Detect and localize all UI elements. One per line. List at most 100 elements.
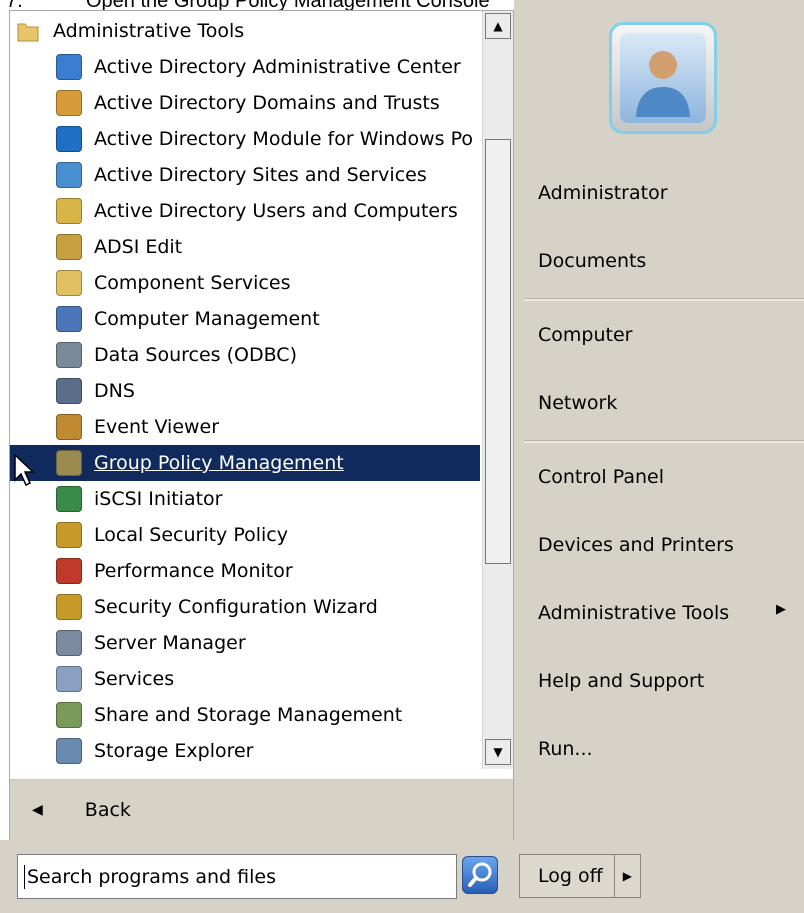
scroll-thumb[interactable] [485,139,511,564]
scroll-up-button[interactable]: ▲ [485,13,511,39]
program-item[interactable]: ADSI Edit [10,229,480,265]
right-item-user[interactable]: Administrator [538,182,668,204]
folder-icon [17,23,39,42]
program-item[interactable]: Server Manager [10,625,480,661]
program-item-label: Group Policy Management [94,452,344,474]
security-wizard-icon [56,594,82,620]
program-item[interactable]: Active Directory Sites and Services [10,157,480,193]
program-item[interactable]: Event Viewer [10,409,480,445]
program-item-label: Share and Storage Management [94,704,403,726]
start-menu: Administrative Tools Active Directory Ad… [0,0,804,913]
search-icon [468,862,492,887]
computer-management-icon [56,306,82,332]
performance-monitor-icon [56,558,82,584]
right-item-admin-tools[interactable]: Administrative Tools ▶ [538,602,796,624]
right-separator [524,298,804,301]
program-item[interactable]: Active Directory Domains and Trusts [10,85,480,121]
ad-sites-icon [56,162,82,188]
adsi-edit-icon [56,234,82,260]
search-button[interactable] [462,856,498,894]
mouse-cursor-icon [14,454,35,487]
program-item[interactable]: Security Configuration Wizard [10,589,480,625]
dns-icon [56,378,82,404]
program-item-label: Server Manager [94,632,246,654]
scroll-down-button[interactable]: ▼ [485,739,511,765]
program-item[interactable]: Data Sources (ODBC) [10,337,480,373]
program-item-label: iSCSI Initiator [94,488,223,510]
program-item[interactable]: DNS [10,373,480,409]
powershell-icon [56,126,82,152]
program-item-label: Active Directory Domains and Trusts [94,92,440,114]
program-item-label: DNS [94,380,135,402]
program-item[interactable]: Share and Storage Management [10,697,480,733]
program-item-label: Local Security Policy [94,524,288,546]
text-caret [24,864,25,889]
search-placeholder: Search programs and files [27,865,276,888]
program-item[interactable]: Active Directory Administrative Center [10,49,480,85]
programs-pane: Administrative Tools Active Directory Ad… [9,10,514,840]
program-item[interactable]: Computer Management [10,301,480,337]
program-item-label: Event Viewer [94,416,220,438]
right-item-computer[interactable]: Computer [538,324,632,346]
right-item-control-panel[interactable]: Control Panel [538,466,664,488]
program-item[interactable]: iSCSI Initiator [10,481,480,517]
storage-explorer-icon [56,738,82,764]
user-icon [636,51,690,117]
avatar-picture [620,33,706,123]
back-label: Back [84,799,131,821]
search-input[interactable]: Search programs and files [17,854,457,899]
programs-list: Administrative Tools Active Directory Ad… [10,11,482,769]
program-item[interactable]: Storage Explorer [10,733,480,769]
program-item-label: ADSI Edit [94,236,183,258]
right-pane: Administrator Documents Computer Network… [514,0,804,853]
odbc-icon [56,342,82,368]
back-button[interactable]: ◀ Back [32,780,131,840]
program-item-label: Active Directory Module for Windows Po [94,128,473,150]
program-item[interactable]: Active Directory Module for Windows Po [10,121,480,157]
services-icon [56,666,82,692]
group-policy-icon [56,450,82,476]
back-area[interactable]: ◀ Back [10,780,513,840]
program-item-label: Active Directory Administrative Center [94,56,461,78]
ad-domains-icon [56,90,82,116]
user-avatar[interactable] [609,22,717,134]
program-item[interactable]: Active Directory Users and Computers [10,193,480,229]
right-item-documents[interactable]: Documents [538,250,646,272]
program-item[interactable]: Performance Monitor [10,553,480,589]
chevron-right-icon: ▶ [776,602,786,617]
shutdown-options-arrow-icon[interactable]: ▶ [613,855,640,897]
event-viewer-icon [56,414,82,440]
program-item-label: Storage Explorer [94,740,254,762]
program-item[interactable]: Group Policy Management [10,445,480,481]
component-services-icon [56,270,82,296]
program-item-label: Active Directory Users and Computers [94,200,458,222]
program-item-label: Data Sources (ODBC) [94,344,297,366]
ad-admin-center-icon [56,54,82,80]
folder-label: Administrative Tools [53,20,245,42]
logoff-label: Log off [538,865,603,887]
server-manager-icon [56,630,82,656]
program-item-label: Services [94,668,175,690]
logoff-button[interactable]: Log off ▶ [519,854,641,898]
programs-scrollbar[interactable]: ▲ ▼ [482,11,513,769]
right-item-devices[interactable]: Devices and Printers [538,534,734,556]
admin-tools-label: Administrative Tools [538,602,730,624]
ad-users-icon [56,198,82,224]
right-item-run[interactable]: Run... [538,738,593,760]
program-item[interactable]: Local Security Policy [10,517,480,553]
program-item-label: Performance Monitor [94,560,293,582]
program-item-label: Component Services [94,272,291,294]
folder-administrative-tools[interactable]: Administrative Tools [15,13,482,49]
back-arrow-icon: ◀ [32,802,43,818]
iscsi-icon [56,486,82,512]
right-separator [524,440,804,443]
local-security-icon [56,522,82,548]
program-item[interactable]: Component Services [10,265,480,301]
program-item-label: Computer Management [94,308,320,330]
program-item-label: Active Directory Sites and Services [94,164,427,186]
bottom-bar: Search programs and files Log off ▶ [0,840,804,913]
program-item[interactable]: Services [10,661,480,697]
right-item-network[interactable]: Network [538,392,617,414]
program-item-label: Security Configuration Wizard [94,596,378,618]
right-item-help[interactable]: Help and Support [538,670,704,692]
